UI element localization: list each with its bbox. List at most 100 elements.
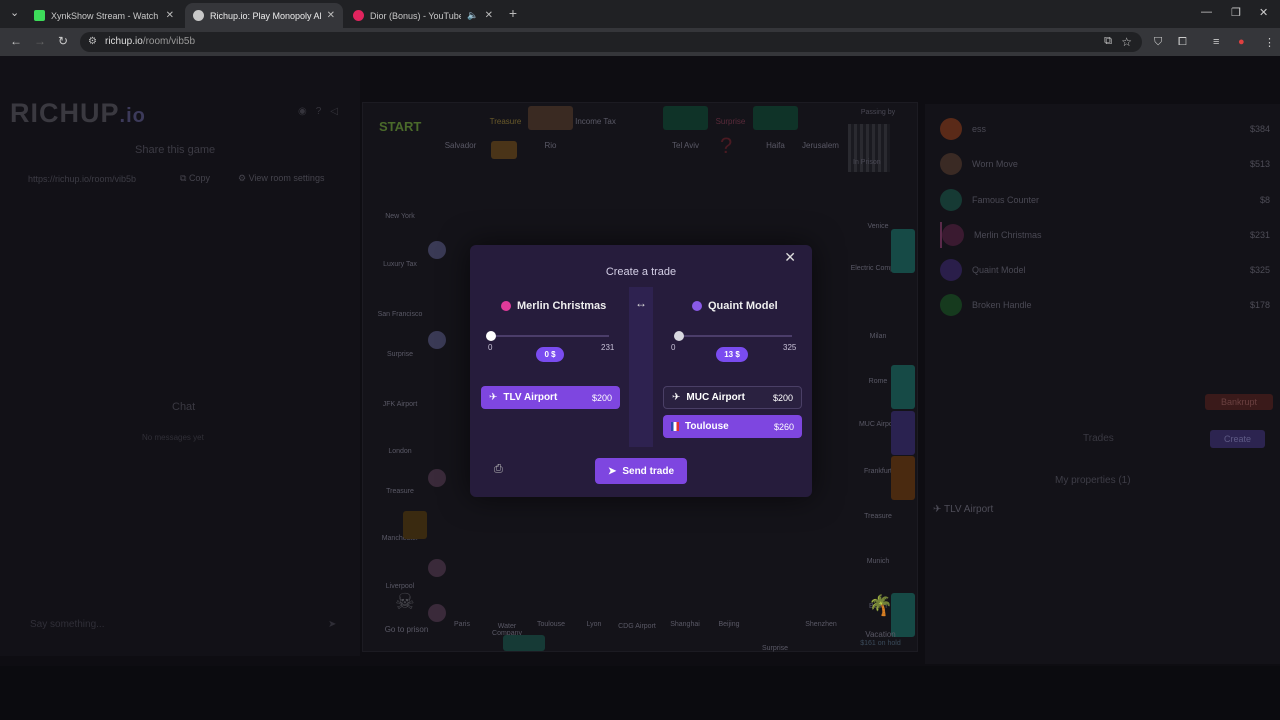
player-row[interactable]: Worn Move $513	[940, 151, 1270, 177]
prison-corner: Passing by In Prison	[843, 109, 913, 179]
url-text: richup.io/room/vib5b	[105, 36, 196, 47]
usa-flag-icon	[428, 241, 446, 259]
copy-icon: ⧉	[180, 173, 189, 183]
cell-salvador[interactable]: Salvador	[438, 103, 483, 177]
tab-title: XynkShow Stream - Watch Live	[51, 10, 160, 21]
youtube-music-favicon-icon	[353, 10, 364, 21]
my-property-item[interactable]: ✈ TLV Airport	[933, 504, 993, 515]
property-color-bar	[891, 411, 915, 455]
send-icon: ➤	[607, 465, 617, 477]
close-icon[interactable]: ✕	[784, 249, 796, 266]
player-row[interactable]: Merlin Christmas $231	[940, 222, 1270, 248]
discord-icon[interactable]: ◉	[298, 106, 316, 117]
cell-rio[interactable]: Rio	[528, 103, 573, 177]
in-prison-label: In Prison	[853, 159, 881, 166]
bookmark-star-icon[interactable]: ☆	[1121, 35, 1132, 49]
avatar	[942, 224, 964, 246]
go-to-prison-corner: ☠ Go to prison	[384, 589, 429, 634]
cell-surprise-top[interactable]: Surprise?	[708, 103, 753, 177]
reload-icon[interactable]: ↻	[58, 34, 68, 48]
forward-icon[interactable]: →	[34, 34, 46, 48]
extensions-icon[interactable]: ⧠	[1178, 36, 1187, 49]
tab-xynkshow[interactable]: XynkShow Stream - Watch Live ✕	[26, 3, 182, 28]
left-money-slider-track[interactable]	[491, 335, 609, 337]
palm-tree-icon: 🌴	[868, 595, 893, 617]
tab-title: Richup.io: Play Monopoly Altern	[210, 10, 321, 21]
passing-by-label: Passing by	[860, 109, 896, 116]
cell-jerusalem[interactable]: Jerusalem	[798, 103, 843, 177]
shield-extension-icon[interactable]: ⛉	[1154, 36, 1162, 49]
tab-richup[interactable]: Richup.io: Play Monopoly Altern ✕	[185, 3, 343, 28]
player-avatar-icon	[501, 301, 511, 311]
avatar	[940, 153, 962, 175]
send-trade-button[interactable]: ➤ Send trade	[595, 458, 687, 484]
media-controls-icon[interactable]: ≡	[1213, 36, 1219, 48]
share-url-field[interactable]: https://richup.io/room/vib5b	[28, 174, 136, 184]
send-chat-icon[interactable]: ➤	[328, 619, 336, 630]
create-trade-button[interactable]: Create	[1210, 430, 1265, 448]
player-row[interactable]: ess $384	[940, 116, 1270, 142]
right-slider-max: 325	[783, 343, 797, 352]
avatar	[940, 294, 962, 316]
profile-avatar-icon[interactable]: ●	[1238, 36, 1245, 48]
trade-property-toulouse[interactable]: Toulouse $260	[663, 415, 802, 438]
right-player-name: Quaint Model	[692, 300, 778, 312]
right-money-slider-track[interactable]	[674, 335, 792, 337]
start-corner: START	[369, 109, 444, 179]
left-player-name: Merlin Christmas	[501, 300, 606, 312]
player-row[interactable]: Broken Handle $178	[940, 292, 1270, 318]
address-bar[interactable]: ⚙ richup.io/room/vib5b ⧉ ☆	[80, 32, 1142, 52]
avatar	[940, 259, 962, 281]
back-icon[interactable]: ←	[10, 34, 22, 48]
menu-icon[interactable]: ⋮	[1264, 36, 1275, 49]
skull-icon: ☠	[395, 589, 415, 614]
site-info-icon[interactable]: ⚙	[88, 36, 97, 47]
right-money-slider-knob[interactable]	[673, 331, 684, 341]
xynkshow-favicon-icon	[34, 10, 45, 21]
restore-icon[interactable]: ❐	[1231, 6, 1241, 19]
close-tab-icon[interactable]: ✕	[485, 10, 493, 21]
richup-logo: RICHUP.io	[10, 98, 146, 128]
gear-icon: ⚙	[238, 173, 249, 183]
view-room-settings-button[interactable]: ⚙ View room settings	[238, 173, 324, 184]
close-tab-icon[interactable]: ✕	[166, 10, 174, 21]
player-row[interactable]: Famous Counter $8	[940, 187, 1270, 213]
airplane-icon: ✈	[672, 392, 681, 403]
left-money-value: 0 $	[536, 347, 564, 362]
minimize-icon[interactable]: —	[1201, 6, 1212, 18]
cell-haifa[interactable]: Haifa	[753, 103, 798, 177]
trade-property-tlv-airport[interactable]: ✈ TLV Airport $200	[481, 386, 620, 409]
message-icon[interactable]: ⎙	[494, 463, 503, 476]
avatar	[940, 118, 962, 140]
help-icon[interactable]: ?	[316, 106, 331, 117]
new-tab-button[interactable]: +	[505, 5, 521, 21]
chat-input[interactable]: Say something...	[30, 619, 104, 630]
avatar	[940, 189, 962, 211]
speaker-icon[interactable]: 🔈	[467, 10, 478, 21]
airplane-icon: ✈	[489, 392, 498, 403]
close-window-icon[interactable]: ✕	[1259, 6, 1268, 19]
treasure-chest-icon	[403, 511, 427, 539]
bankrupt-button[interactable]: Bankrupt	[1205, 394, 1273, 410]
my-properties-title: My properties (1)	[1055, 475, 1131, 486]
sound-icon[interactable]: ◁	[330, 106, 347, 117]
tab-search-icon[interactable]: ⌄	[10, 6, 19, 19]
france-flag-icon	[671, 422, 679, 431]
left-slider-min: 0	[488, 343, 493, 352]
cell-income-tax[interactable]: Income Tax	[573, 103, 618, 177]
trade-property-muc-airport[interactable]: ✈ MUC Airport $200	[663, 386, 802, 409]
right-money-value: 13 $	[716, 347, 748, 362]
chat-title: Chat	[172, 401, 196, 413]
left-money-slider-knob[interactable]	[486, 331, 496, 341]
create-trade-modal: Create a trade ✕ ↔ Merlin Christmas Quai…	[470, 245, 812, 497]
translate-icon[interactable]: ⧉	[1104, 35, 1112, 48]
tab-youtube-music[interactable]: Dior (Bonus) - YouTube Mu 🔈 ✕	[345, 3, 501, 28]
copy-button[interactable]: ⧉ Copy	[180, 173, 210, 184]
right-panel: ess $384 Worn Move $513 Famous Counter $8 M…	[925, 104, 1280, 664]
player-row[interactable]: Quaint Model $325	[940, 257, 1270, 283]
cell-treasure[interactable]: Treasure	[483, 103, 528, 177]
close-tab-icon[interactable]: ✕	[327, 10, 335, 21]
no-messages-text: No messages yet	[142, 433, 204, 442]
browser-tab-strip: ⌄ XynkShow Stream - Watch Live ✕ Richup.…	[0, 0, 1280, 28]
cell-tel-aviv[interactable]: Tel Aviv	[663, 103, 708, 177]
